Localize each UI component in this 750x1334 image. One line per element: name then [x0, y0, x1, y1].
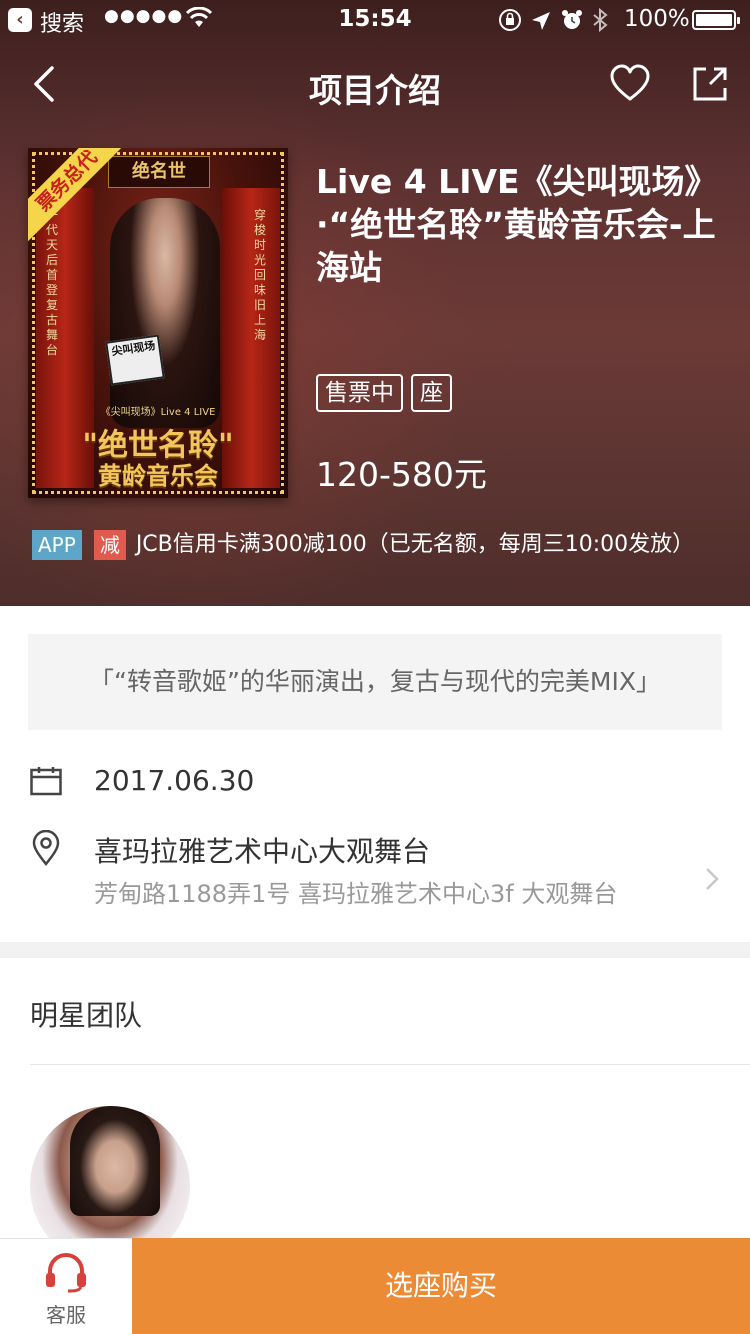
calendar-icon	[30, 767, 62, 796]
date-row: 2017.06.30	[28, 758, 728, 808]
event-title: Live 4 LIVE《尖叫现场》·“绝世名聆”黄龄音乐会-上海站	[316, 162, 716, 287]
venue-name: 喜玛拉雅艺术中心大观舞台	[94, 835, 431, 868]
promo-text: JCB信用卡满300减100（已无名额，每周三10:00发放）	[135, 532, 695, 557]
rotation-lock-icon	[499, 9, 521, 31]
hero-header: ‹ 搜索 ●●●●● 15:54 100% 项目介绍 绝名世 代天后首登复古舞台…	[0, 0, 750, 606]
venue-row[interactable]: 喜玛拉雅艺术中心大观舞台 芳甸路1188弄1号 喜玛拉雅艺术中心3f 大观舞台	[28, 826, 728, 916]
promo-row[interactable]: APP 减 JCB信用卡满300减100（已无名额，每周三10:00发放）	[32, 530, 722, 560]
event-tags: 售票中座	[316, 374, 460, 412]
section-divider-line	[30, 1064, 750, 1065]
share-icon[interactable]	[690, 64, 730, 104]
location-pin-icon	[32, 830, 60, 866]
select-seat-buy-button[interactable]: 选座购买	[132, 1238, 750, 1334]
battery-percent: 100%	[624, 6, 690, 32]
bottom-action-bar: 客服 选座购买	[0, 1238, 750, 1334]
nav-bar: 项目介绍	[0, 40, 750, 128]
customer-service-button[interactable]: 客服	[0, 1238, 132, 1334]
heart-icon[interactable]	[610, 64, 650, 104]
poster-light-border	[32, 152, 284, 494]
bluetooth-icon	[593, 8, 608, 32]
location-icon	[532, 12, 550, 30]
chevron-right-icon	[706, 868, 719, 890]
event-poster[interactable]: 绝名世 一代天后首登复古舞台 穿梭时光回味旧上海 尖叫现场 《尖叫现场》Live…	[28, 148, 288, 498]
customer-service-label: 客服	[46, 1303, 86, 1327]
slogan-banner: 「“转音歌姬”的华丽演出，复古与现代的完美MIX」	[28, 634, 722, 730]
tag-seat: 座	[411, 374, 452, 412]
status-icons	[499, 8, 608, 32]
battery-icon	[692, 10, 740, 30]
price-range: 120-580元	[316, 455, 487, 494]
alarm-icon	[562, 10, 582, 29]
discount-badge: 减	[93, 530, 126, 560]
headset-icon	[46, 1253, 86, 1293]
status-bar: ‹ 搜索 ●●●●● 15:54 100%	[0, 0, 750, 40]
avatar-portrait	[70, 1106, 160, 1216]
app-badge: APP	[32, 530, 82, 560]
event-date: 2017.06.30	[94, 764, 255, 797]
tag-on-sale: 售票中	[316, 374, 403, 412]
section-title-stars: 明星团队	[30, 999, 143, 1032]
section-divider	[0, 942, 750, 958]
venue-address: 芳甸路1188弄1号 喜玛拉雅艺术中心3f 大观舞台	[94, 880, 618, 908]
